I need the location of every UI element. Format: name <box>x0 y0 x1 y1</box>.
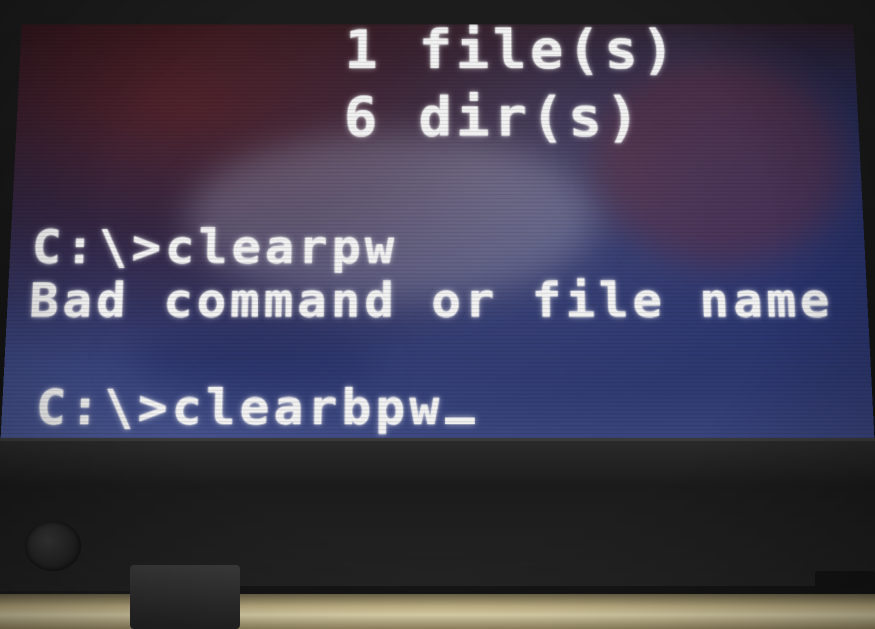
terminal-output: 1 file(s) 6 dir(s) C:\>clearpw Bad comma… <box>28 24 875 436</box>
dos-screen: 1 file(s) 6 dir(s) C:\>clearpw Bad comma… <box>0 24 875 450</box>
error-message-line: Bad command or file name <box>27 272 835 329</box>
command-line-clearpw: C:\>clearpw <box>30 219 399 275</box>
command-prompt-line[interactable]: C:\>clearbpw <box>35 379 476 436</box>
laptop-hinge <box>130 565 240 629</box>
laptop-photo: 1 file(s) 6 dir(s) C:\>clearpw Bad comma… <box>0 0 875 629</box>
command-input-text[interactable]: C:\>clearbpw <box>35 379 444 436</box>
dir-count-line: 6 dir(s) <box>343 86 644 149</box>
led-icon <box>25 521 81 571</box>
file-count-line: 1 file(s) <box>344 24 680 81</box>
cursor-icon <box>445 417 476 425</box>
